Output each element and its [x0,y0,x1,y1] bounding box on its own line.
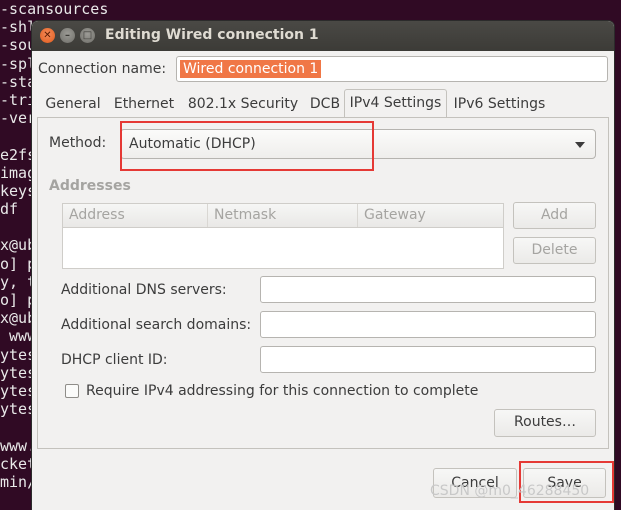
addresses-table[interactable]: Address Netmask Gateway [62,203,504,269]
watermark: CSDN @m0_46288450 [430,483,590,499]
connection-name-field[interactable]: Wired connection 1 [176,56,608,82]
close-icon[interactable]: ✕ [40,28,55,43]
tab-dcb[interactable]: DCB [304,93,346,117]
column-header-address[interactable]: Address [63,204,208,227]
method-label: Method: [49,135,107,151]
column-header-netmask[interactable]: Netmask [208,204,358,227]
add-address-button[interactable]: Add [513,202,596,229]
tab-8021x-security[interactable]: 802.1x Security [182,93,304,117]
maximize-icon[interactable]: □ [80,28,95,43]
dns-servers-label: Additional DNS servers: [61,282,227,298]
require-ipv4-checkbox[interactable] [65,384,79,398]
require-ipv4-label[interactable]: Require IPv4 addressing for this connect… [86,383,478,399]
title-bar[interactable]: ✕ – □ Editing Wired connection 1 [32,21,614,51]
tab-ethernet[interactable]: Ethernet [106,93,182,117]
addresses-table-header: Address Netmask Gateway [63,204,503,228]
connection-name-label: Connection name: [38,61,167,77]
addresses-heading: Addresses [49,178,131,194]
connection-name-value: Wired connection 1 [180,60,322,78]
search-domains-label: Additional search domains: [61,317,252,333]
tab-ipv4-settings[interactable]: IPv4 Settings [344,89,447,118]
routes-button[interactable]: Routes… [494,409,596,437]
edit-connection-dialog: ✕ – □ Editing Wired connection 1 Connect… [32,21,614,510]
chevron-down-icon [575,142,585,148]
dns-servers-field[interactable] [260,276,596,303]
delete-address-button[interactable]: Delete [513,237,596,264]
dhcp-client-id-label: DHCP client ID: [61,352,168,368]
tab-ipv6-settings[interactable]: IPv6 Settings [448,93,551,117]
search-domains-field[interactable] [260,311,596,338]
tab-general[interactable]: General [40,93,106,117]
terminal-line: -scansources [0,0,109,18]
tab-bar: General Ethernet 802.1x Security DCB IPv… [40,89,610,118]
column-header-gateway[interactable]: Gateway [358,204,503,227]
dhcp-client-id-field[interactable] [260,346,596,373]
window-title: Editing Wired connection 1 [105,27,319,43]
minimize-icon[interactable]: – [60,28,75,43]
method-highlight-box [120,121,374,171]
